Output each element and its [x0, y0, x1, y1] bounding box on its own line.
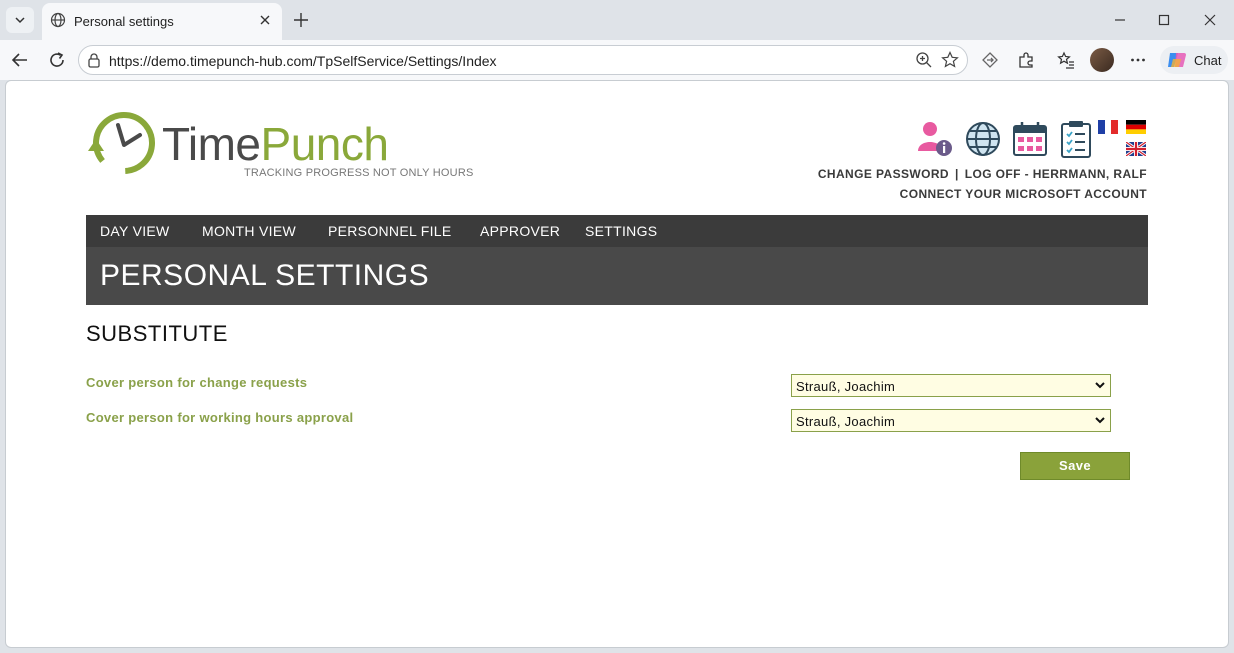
- nav-personnel-file[interactable]: PERSONNEL FILE: [328, 223, 452, 239]
- minimize-button[interactable]: [1108, 8, 1132, 32]
- more-dots-icon: [1131, 58, 1145, 62]
- tab-close-button[interactable]: [256, 11, 274, 29]
- favorite-star-icon[interactable]: [941, 51, 959, 69]
- chevron-down-icon: [1095, 417, 1105, 424]
- url-path: /TpSelfService/Settings/Index: [312, 53, 497, 69]
- maximize-icon: [1158, 14, 1170, 26]
- nav-month-view[interactable]: MONTH VIEW: [202, 223, 296, 239]
- timepunch-logo[interactable]: TimePunch TRACKING PROGRESS NOT ONLY HOU…: [86, 109, 476, 184]
- main-nav: DAY VIEW MONTH VIEW PERSONNEL FILE APPRO…: [86, 215, 1148, 247]
- extensions-button[interactable]: [1014, 48, 1038, 72]
- change-requests-value: Strauß, Joachim: [796, 379, 896, 394]
- globe-icon[interactable]: [963, 119, 1003, 159]
- link-separator: |: [954, 167, 959, 181]
- address-bar[interactable]: https://demo.timepunch-hub.com/TpSelfSer…: [78, 45, 968, 75]
- favorites-list-icon: [1057, 51, 1074, 69]
- page-header: PERSONAL SETTINGS: [86, 247, 1148, 305]
- zoom-icon[interactable]: [915, 51, 933, 69]
- diamond-arrow-icon: [982, 52, 998, 68]
- log-off-link[interactable]: LOG OFF - HERRMANN, RALF: [965, 167, 1147, 181]
- brand-tagline: TRACKING PROGRESS NOT ONLY HOURS: [244, 167, 474, 179]
- back-button[interactable]: [8, 48, 32, 72]
- plus-icon: [294, 13, 308, 27]
- url-scheme: https://: [109, 53, 152, 69]
- brand-name-time: Time: [162, 118, 261, 170]
- globe-icon: [50, 12, 66, 28]
- new-tab-button[interactable]: [290, 9, 312, 31]
- change-requests-label: Cover person for change requests: [86, 375, 308, 390]
- brand-name: TimePunch: [162, 118, 389, 170]
- close-icon: [260, 15, 270, 25]
- copilot-chat-button[interactable]: Chat: [1160, 46, 1228, 74]
- favorites-button[interactable]: [1054, 48, 1078, 72]
- copilot-icon: [1168, 53, 1186, 67]
- page-title: PERSONAL SETTINGS: [100, 259, 430, 292]
- read-aloud-button[interactable]: [978, 48, 1002, 72]
- reload-icon: [50, 52, 64, 67]
- german-flag-icon[interactable]: [1126, 120, 1146, 134]
- close-icon: [1204, 14, 1216, 26]
- window-close-button[interactable]: [1198, 8, 1222, 32]
- account-links: CHANGE PASSWORD | LOG OFF - HERRMANN, RALF…: [818, 164, 1147, 204]
- more-menu-button[interactable]: [1126, 48, 1150, 72]
- profile-avatar[interactable]: [1090, 48, 1114, 72]
- lock-icon: [88, 53, 100, 68]
- clipboard-icon[interactable]: [1058, 119, 1094, 159]
- chevron-down-icon: [15, 17, 25, 24]
- approval-label: Cover person for working hours approval: [86, 410, 354, 425]
- maximize-button[interactable]: [1152, 8, 1176, 32]
- save-button[interactable]: Save: [1020, 452, 1130, 480]
- url-text: https://demo.timepunch-hub.com/TpSelfSer…: [109, 53, 497, 69]
- reload-button[interactable]: [45, 48, 69, 72]
- chat-label: Chat: [1194, 53, 1222, 68]
- french-flag-icon[interactable]: [1098, 120, 1118, 134]
- approval-value: Strauß, Joachim: [796, 414, 896, 429]
- nav-approver[interactable]: APPROVER: [480, 223, 560, 239]
- approval-select[interactable]: Strauß, Joachim: [791, 409, 1111, 432]
- tab-list-button[interactable]: [6, 7, 34, 33]
- user-info-icon[interactable]: [914, 119, 954, 159]
- page-viewport: TimePunch TRACKING PROGRESS NOT ONLY HOU…: [5, 80, 1229, 648]
- connect-microsoft-link[interactable]: CONNECT YOUR MICROSOFT ACCOUNT: [900, 187, 1147, 201]
- clock-logo-icon: [88, 112, 155, 174]
- browser-tab[interactable]: Personal settings: [42, 3, 282, 40]
- nav-settings[interactable]: SETTINGS: [585, 223, 657, 239]
- chevron-down-icon: [1095, 382, 1105, 389]
- change-requests-select[interactable]: Strauß, Joachim: [791, 374, 1111, 397]
- browser-tab-strip: Personal settings: [0, 0, 1234, 40]
- browser-toolbar: https://demo.timepunch-hub.com/TpSelfSer…: [0, 40, 1234, 80]
- tab-title: Personal settings: [74, 14, 174, 29]
- brand-name-punch: Punch: [260, 118, 389, 170]
- minimize-icon: [1115, 19, 1125, 21]
- puzzle-icon: [1019, 52, 1033, 68]
- calendar-icon[interactable]: [1010, 119, 1050, 159]
- change-password-link[interactable]: CHANGE PASSWORD: [818, 167, 949, 181]
- section-title: SUBSTITUTE: [86, 321, 228, 346]
- uk-flag-icon[interactable]: [1126, 142, 1146, 156]
- url-host: demo.timepunch-hub.com: [151, 53, 313, 69]
- nav-day-view[interactable]: DAY VIEW: [100, 223, 170, 239]
- arrow-left-icon: [11, 53, 27, 67]
